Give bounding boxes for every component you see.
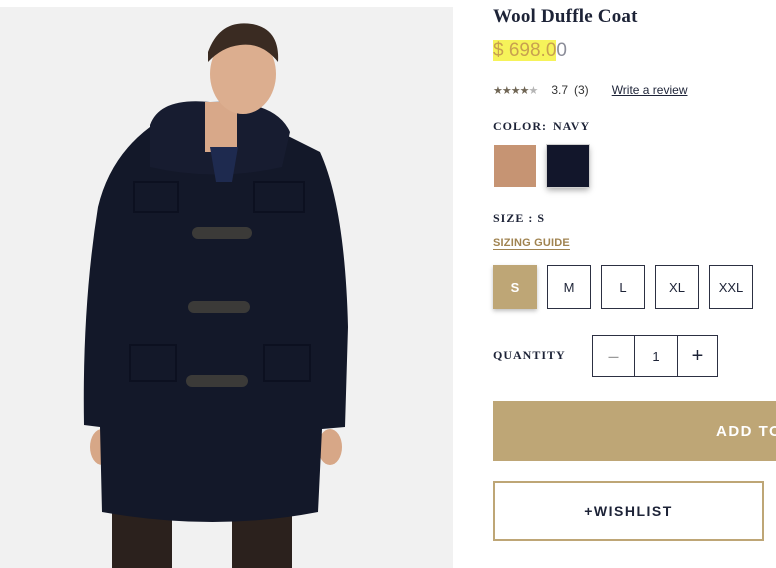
size-button-s[interactable]: S — [493, 265, 537, 309]
quantity-value[interactable]: 1 — [635, 336, 678, 376]
price-highlighted: $ 698.0 — [493, 40, 557, 61]
rating-score: 3.7 — [551, 83, 569, 97]
color-label: COLOR: NAVY — [493, 119, 590, 134]
color-label-text: COLOR: — [493, 119, 547, 133]
stars-empty: ★ — [528, 84, 538, 97]
product-title: Wool Duffle Coat — [493, 6, 638, 27]
product-photo-illustration — [0, 7, 453, 568]
stars-filled: ★★★★ — [493, 84, 529, 97]
size-button-xxl[interactable]: XXL — [709, 265, 753, 309]
quantity-increase-button[interactable]: + — [678, 336, 717, 376]
quantity-stepper: – 1 + — [592, 335, 718, 377]
color-swatch-navy[interactable] — [547, 145, 589, 187]
wishlist-button[interactable]: +WISHLIST — [493, 481, 764, 541]
product-price: $ 698.00 — [493, 40, 567, 62]
quantity-label: QUANTITY — [493, 348, 566, 362]
write-review-link[interactable]: Write a review — [612, 83, 688, 97]
product-image[interactable] — [0, 7, 453, 568]
size-button-l[interactable]: L — [601, 265, 645, 309]
star-rating-icon: ★★★★★ — [493, 84, 538, 97]
rating-count: (3) — [574, 83, 589, 97]
size-label: SIZE : S — [493, 211, 546, 225]
sizing-guide-link[interactable]: SIZING GUIDE — [493, 237, 570, 249]
size-button-m[interactable]: M — [547, 265, 591, 309]
add-to-bag-button[interactable]: ADD TO BAG — [493, 401, 776, 461]
color-swatch-camel[interactable] — [494, 145, 536, 187]
color-selected: NAVY — [553, 119, 591, 133]
size-button-xl[interactable]: XL — [655, 265, 699, 309]
quantity-decrease-button[interactable]: – — [593, 336, 635, 376]
rating-row: ★★★★★ 3.7 (3) Write a review — [493, 82, 687, 98]
price-rest: 0 — [556, 40, 567, 61]
